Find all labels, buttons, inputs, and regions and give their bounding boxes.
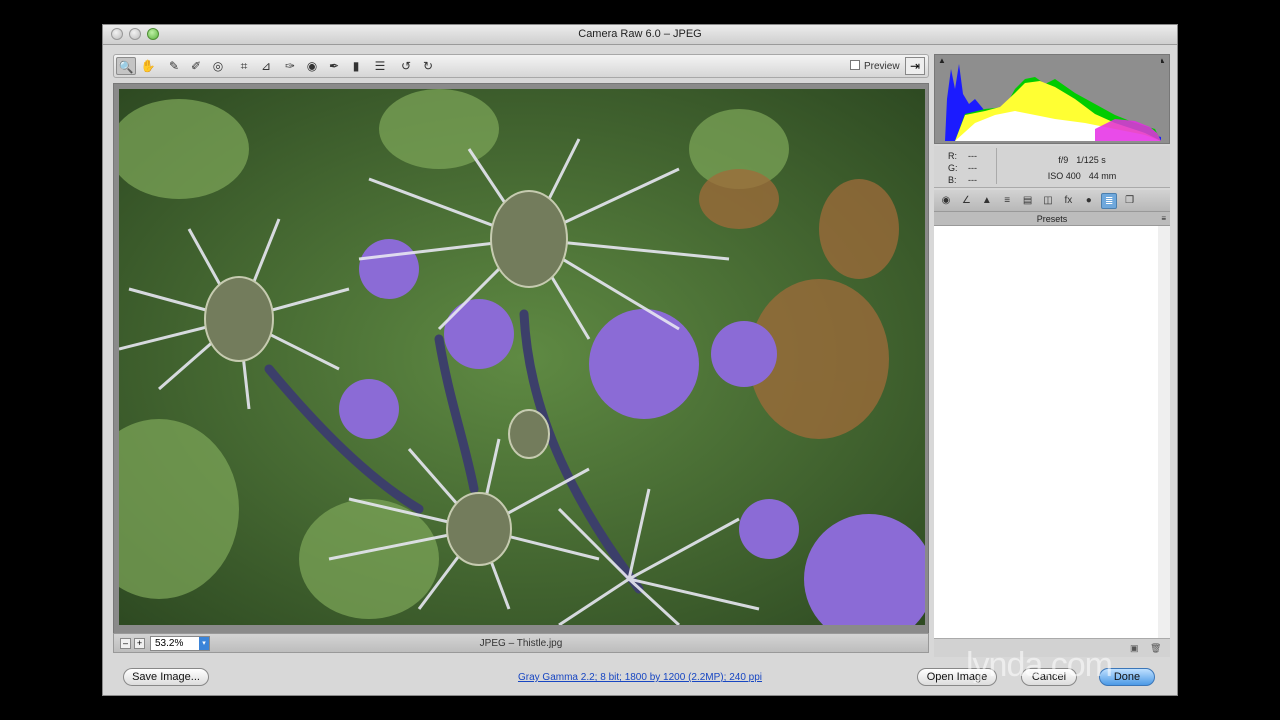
red-eye-tool-icon[interactable]: ◉ bbox=[302, 57, 322, 75]
r-value: --- bbox=[968, 151, 977, 161]
straighten-tool-icon[interactable]: ⊿ bbox=[256, 57, 276, 75]
basic-tab-icon[interactable]: ◉ bbox=[938, 193, 954, 209]
b-label: B: bbox=[948, 175, 957, 185]
color-sampler-tool-icon[interactable]: ✐ bbox=[186, 57, 206, 75]
r-label: R: bbox=[948, 151, 957, 161]
snapshots-tab-icon[interactable]: ❐ bbox=[1122, 193, 1138, 209]
preview-toggle[interactable]: Preview bbox=[850, 60, 900, 72]
info-divider bbox=[996, 148, 997, 184]
g-value: --- bbox=[968, 163, 977, 173]
title-bar: Camera Raw 6.0 – JPEG bbox=[103, 25, 1177, 45]
b-value: --- bbox=[968, 175, 977, 185]
presets-panel-header: Presets ≡ bbox=[934, 212, 1170, 226]
histogram: ▲ ▲ bbox=[934, 54, 1170, 144]
window-title: Camera Raw 6.0 – JPEG bbox=[578, 28, 702, 40]
aperture-value: f/9 bbox=[1058, 155, 1069, 165]
adjustment-brush-icon[interactable]: ✒ bbox=[324, 57, 344, 75]
hsl-tab-icon[interactable]: ≡ bbox=[999, 193, 1015, 209]
presets-tab-icon[interactable]: ≣ bbox=[1101, 193, 1118, 209]
panel-tabs: ◉ ∠ ▲ ≡ ▤ ◫ fx ● ≣ ❐ bbox=[934, 190, 1170, 212]
crop-tool-icon[interactable]: ⌗ bbox=[234, 57, 254, 75]
presets-title: Presets bbox=[1036, 214, 1068, 224]
file-name-label: JPEG – Thistle.jpg bbox=[479, 638, 563, 649]
thistle-photo bbox=[119, 89, 925, 625]
exif-readout: f/9 1/125 s ISO 400 44 mm bbox=[1022, 152, 1142, 184]
preview-checkbox[interactable] bbox=[850, 60, 860, 70]
iso-value: ISO 400 bbox=[1047, 171, 1081, 181]
fullscreen-toggle-button[interactable]: ⇥ bbox=[905, 57, 925, 75]
panel-menu-icon[interactable]: ≡ bbox=[1161, 212, 1166, 226]
right-panel: ▲ ▲ R: --- G: --- B: --- f/9 1/125 s ISO 400… bbox=[934, 54, 1170, 657]
camera-calibration-tab-icon[interactable]: ● bbox=[1081, 193, 1097, 209]
zoom-tool-icon[interactable]: 🔍 bbox=[116, 57, 136, 75]
status-bar: – + 53.2% ▾ JPEG – Thistle.jpg bbox=[113, 633, 929, 653]
hand-tool-icon[interactable]: ✋ bbox=[138, 57, 158, 75]
targeted-adjustment-tool-icon[interactable]: ◎ bbox=[208, 57, 228, 75]
rotate-right-icon[interactable]: ↻ bbox=[418, 57, 438, 75]
detail-tab-icon[interactable]: ▲ bbox=[979, 193, 995, 209]
graduated-filter-icon[interactable]: ▮ bbox=[346, 57, 366, 75]
toolbar: 🔍 ✋ ✎ ✐ ◎ ⌗ ⊿ ✑ ◉ ✒ ▮ ☰ ↺ ↻ Preview ⇥ bbox=[113, 54, 929, 78]
image-preview-area[interactable] bbox=[113, 83, 929, 635]
tone-curve-tab-icon[interactable]: ∠ bbox=[958, 193, 974, 209]
focal-length-value: 44 mm bbox=[1088, 171, 1117, 181]
g-label: G: bbox=[948, 163, 958, 173]
rotate-left-icon[interactable]: ↺ bbox=[396, 57, 416, 75]
presets-list[interactable] bbox=[934, 226, 1170, 638]
rgb-readout: R: --- G: --- B: --- bbox=[948, 150, 988, 186]
new-preset-icon[interactable]: ▣ bbox=[1130, 643, 1140, 653]
preferences-icon[interactable]: ☰ bbox=[370, 57, 390, 75]
effects-tab-icon[interactable]: fx bbox=[1060, 193, 1076, 209]
white-balance-tool-icon[interactable]: ✎ bbox=[164, 57, 184, 75]
camera-raw-window: Camera Raw 6.0 – JPEG 🔍 ✋ ✎ ✐ ◎ ⌗ ⊿ ✑ ◉ ✒ ▮ ☰ ↺ ↻ Pre… bbox=[102, 24, 1178, 696]
spot-removal-tool-icon[interactable]: ✑ bbox=[280, 57, 300, 75]
lynda-watermark: lynda.com bbox=[966, 646, 1113, 684]
split-toning-tab-icon[interactable]: ▤ bbox=[1020, 193, 1036, 209]
preview-label: Preview bbox=[864, 61, 900, 72]
lens-corrections-tab-icon[interactable]: ◫ bbox=[1040, 193, 1056, 209]
camera-info: R: --- G: --- B: --- f/9 1/125 s ISO 400 44 m… bbox=[934, 146, 1170, 188]
delete-preset-icon[interactable]: 🗑 bbox=[1150, 643, 1161, 653]
shutter-value: 1/125 s bbox=[1076, 155, 1106, 165]
